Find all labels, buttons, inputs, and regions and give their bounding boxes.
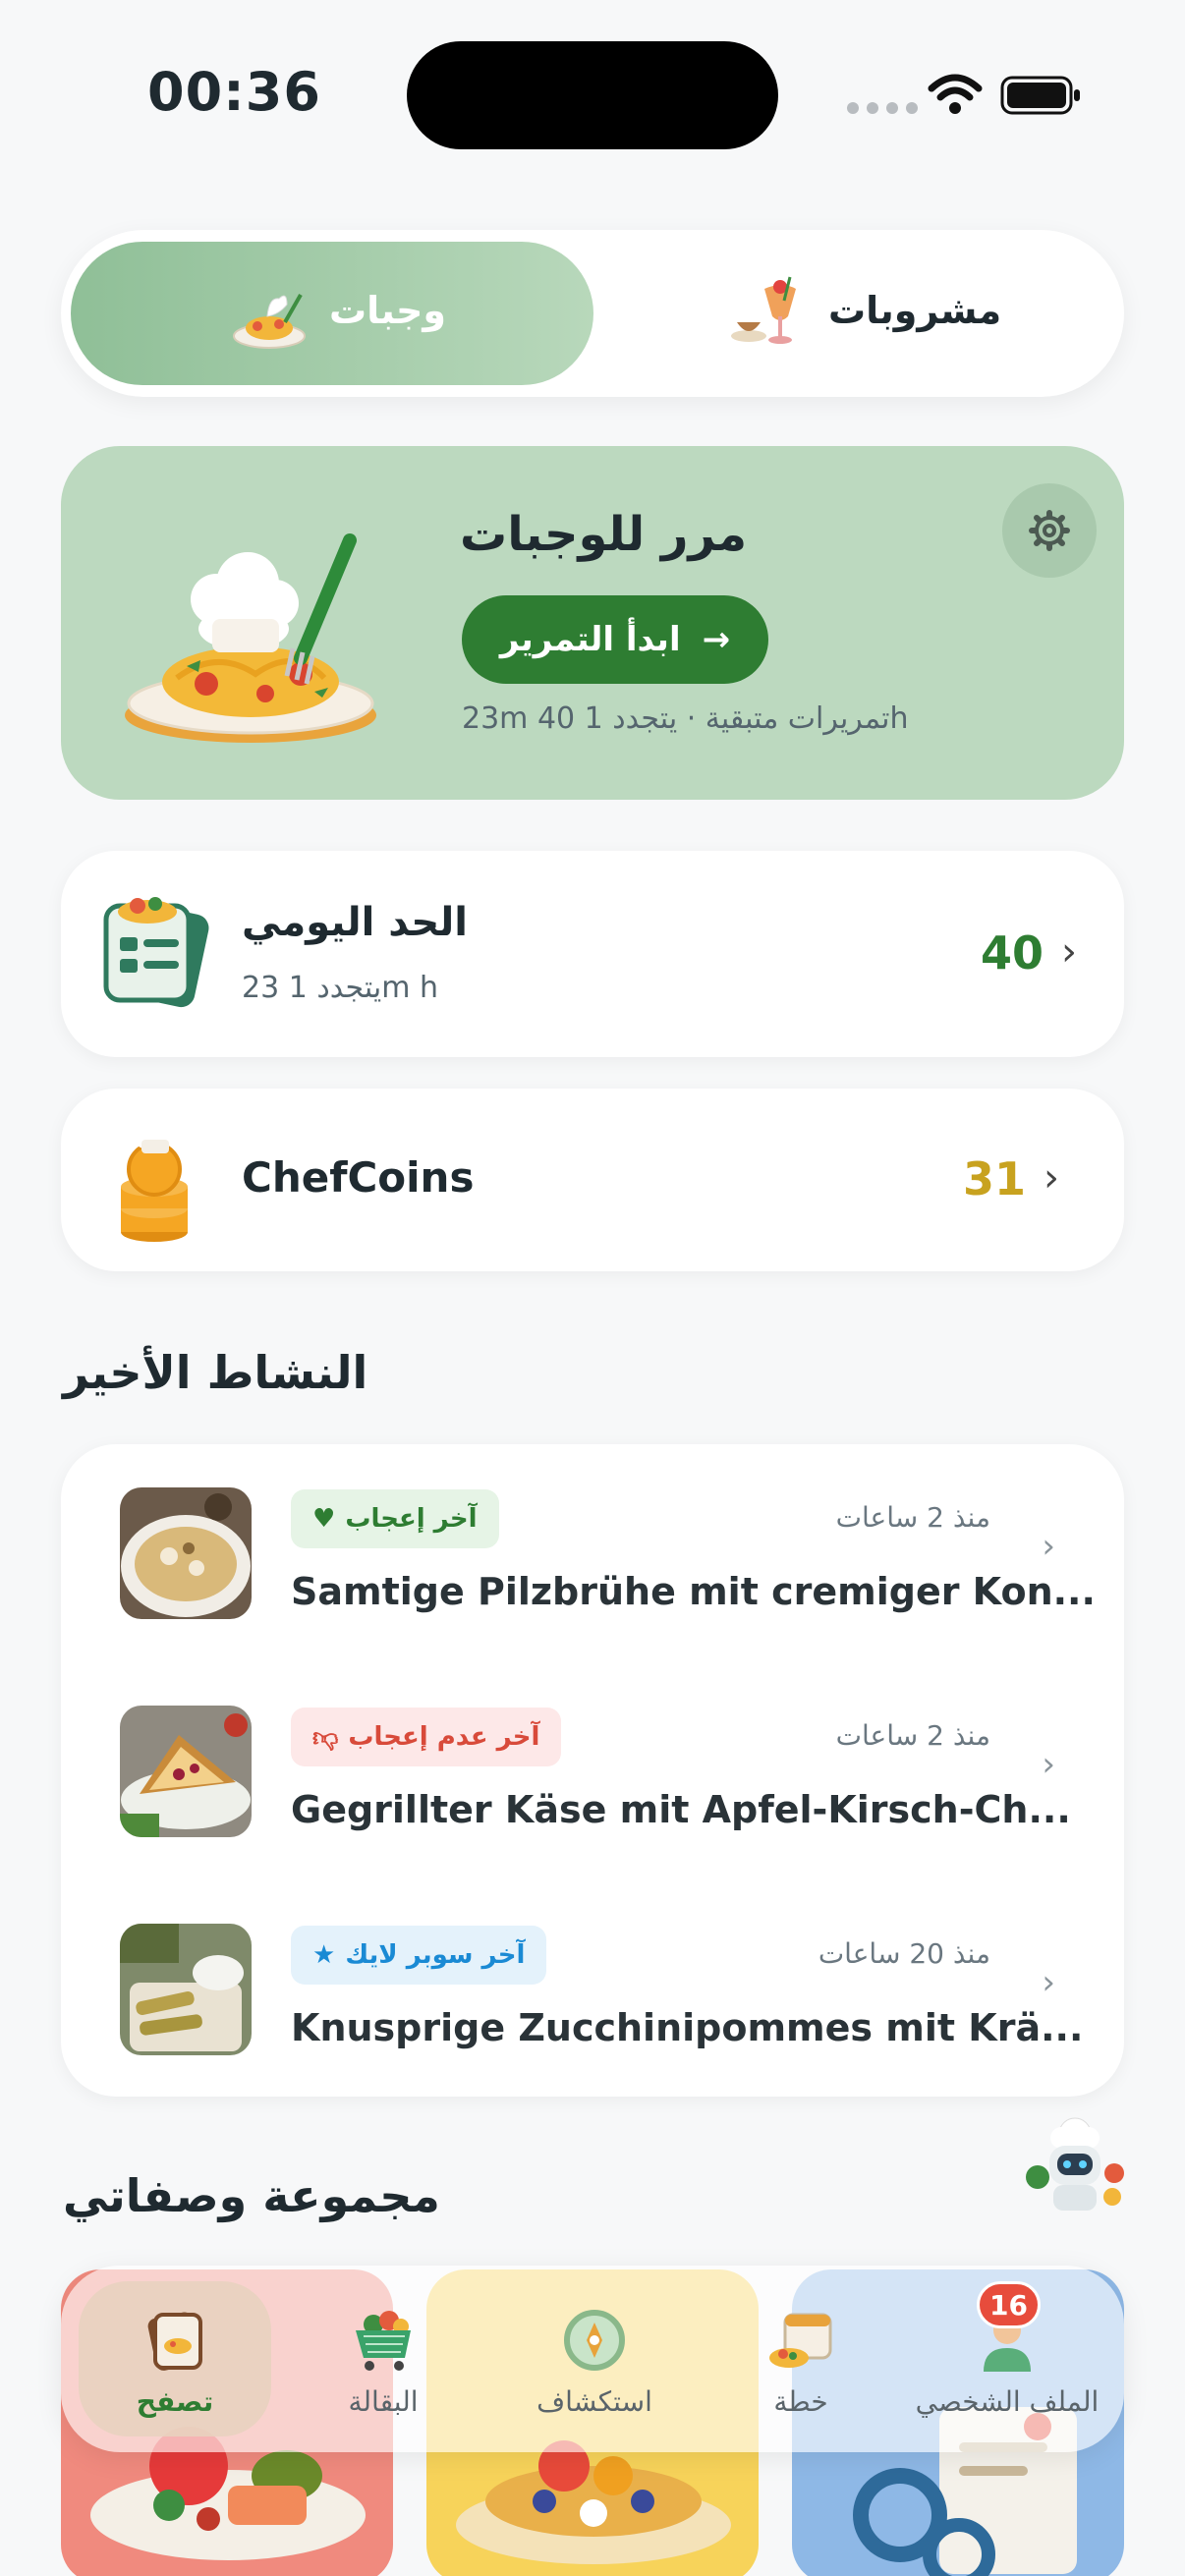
star-icon: ★	[312, 1940, 336, 1970]
daily-limit-card[interactable]	[61, 851, 1124, 1057]
battery-icon	[1000, 76, 1080, 115]
wifi-icon	[928, 74, 983, 114]
notification-badge: 16	[977, 2281, 1041, 2328]
gear-icon	[1029, 510, 1070, 551]
time-ago: منذ 2 ساعات	[835, 1501, 990, 1534]
chef-pasta-illustration	[125, 533, 376, 743]
chevron-right-icon: ›	[1042, 1745, 1055, 1784]
recipe-name: Samtige Pilzbrühe mit cremiger Kon...	[291, 1570, 1096, 1613]
start-swiping-label: ابدأ التمرير	[499, 620, 681, 659]
drinks-icon	[731, 276, 796, 344]
recipe-thumbnail	[120, 1706, 252, 1837]
browse-cards-icon	[147, 2311, 202, 2371]
grocery-cart-icon	[356, 2310, 411, 2371]
recipe-name: Gegrillter Käse mit Apfel-Kirsch-Ch...	[291, 1788, 1071, 1831]
super-like-badge: ★ آخر سوبر لايك	[291, 1926, 547, 1985]
badge-label: آخر إعجاب	[345, 1504, 478, 1534]
tab-plan-label: خطة	[773, 2384, 828, 2418]
daily-limit-subtitle: يتجدد 1 23m h	[242, 971, 439, 1005]
calendar-plan-icon	[769, 2313, 832, 2368]
compass-icon	[564, 2309, 625, 2371]
badge-label: آخر عدم إعجاب	[348, 1722, 540, 1752]
daily-limit-count: 40	[981, 926, 1044, 980]
activity-item[interactable]: ♥ آخر إعجاب منذ 2 ساعات Samtige Pilzbrüh…	[61, 1444, 1124, 1662]
tab-grocery-label: البقالة	[348, 2384, 419, 2418]
tab-grocery[interactable]: البقالة	[295, 2266, 472, 2452]
chevron-right-icon: ›	[1061, 929, 1077, 975]
tab-browse[interactable]: تصفح	[79, 2266, 271, 2452]
chevron-right-icon: ›	[1044, 1155, 1059, 1201]
pasta-plate-icon	[233, 294, 306, 349]
daily-limit-title: الحد اليومي	[242, 900, 468, 945]
disliked-badge: 👎︎ آخر عدم إعجاب	[291, 1708, 562, 1766]
chef-coin-stack-icon	[121, 1120, 188, 1242]
recipe-thumbnail	[120, 1487, 252, 1619]
tab-browse-label: تصفح	[136, 2384, 214, 2418]
tab-profile-label: الملف الشخصي	[915, 2384, 1100, 2418]
meal-plan-cards-icon	[103, 897, 209, 1008]
tab-explore[interactable]: استكشاف	[491, 2266, 698, 2452]
recipe-collection-heading: مجموعة وصفاتي	[63, 2169, 440, 2222]
start-swiping-button[interactable]: ابدأ التمرير →	[462, 595, 768, 684]
chevron-right-icon: ›	[1042, 1527, 1055, 1566]
activity-item[interactable]: ★ آخر سوبر لايك منذ 20 ساعات Knusprige Z…	[61, 1880, 1124, 2099]
segment-drinks-label[interactable]: مشروبات	[828, 289, 1001, 332]
time-ago: منذ 2 ساعات	[835, 1719, 990, 1752]
settings-button[interactable]	[1002, 483, 1097, 578]
thumbs-down-icon: 👎︎	[312, 1722, 339, 1753]
hero-subtitle: 23m تمريرات متبقية · يتجدد 1 40h	[462, 701, 909, 736]
heart-icon: ♥	[312, 1504, 336, 1534]
badge-label: آخر سوبر لايك	[345, 1940, 526, 1970]
signal-dots-icon	[847, 102, 918, 114]
time-ago: منذ 20 ساعات	[818, 1937, 990, 1970]
chefcoins-count: 31	[963, 1152, 1027, 1205]
recipe-name: Knusprige Zucchinipommes mit Krä...	[291, 2006, 1084, 2049]
recent-activity-heading: النشاط الأخير	[63, 1346, 368, 1399]
recipe-thumbnail	[120, 1924, 252, 2055]
chefcoins-title: ChefCoins	[242, 1153, 475, 1202]
activity-item[interactable]: 👎︎ آخر عدم إعجاب منذ 2 ساعات Gegrillter …	[61, 1662, 1124, 1880]
arrow-right-icon: →	[702, 620, 731, 659]
segment-meals-label: وجبات	[329, 289, 446, 332]
chevron-right-icon: ›	[1042, 1963, 1055, 2002]
tab-explore-label: استكشاف	[536, 2384, 652, 2418]
tab-plan[interactable]: خطة	[717, 2266, 884, 2452]
chef-robot-assistant-icon[interactable]	[1018, 2108, 1132, 2222]
dynamic-island	[407, 41, 778, 149]
hero-title: مرر للوجبات	[460, 507, 748, 562]
status-time: 00:36	[147, 61, 321, 123]
liked-badge: ♥ آخر إعجاب	[291, 1489, 499, 1548]
